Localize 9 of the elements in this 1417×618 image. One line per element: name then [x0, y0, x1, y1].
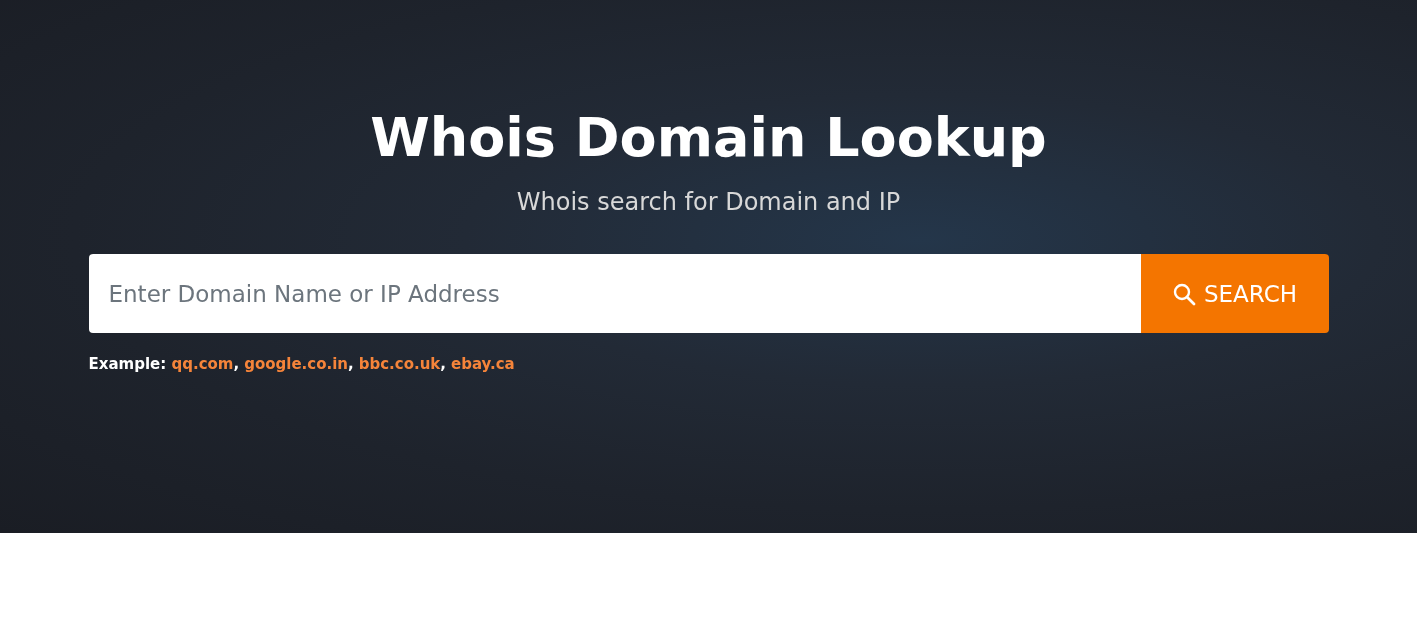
example-link[interactable]: bbc.co.uk	[358, 355, 441, 373]
example-link[interactable]: google.co.in	[244, 355, 348, 373]
page-title: Whois Domain Lookup	[370, 105, 1047, 171]
search-icon	[1171, 281, 1196, 306]
example-link[interactable]: ebay.ca	[451, 355, 515, 373]
search-field[interactable]: Enter Domain Name or IP Address	[88, 254, 1141, 333]
example-link[interactable]: qq.com	[171, 355, 234, 373]
page-subtitle: Whois search for Domain and IP	[516, 187, 901, 218]
example-text: Example: qq.com, google.co.in, bbc.co.uk, ebay.ca	[88, 355, 515, 373]
